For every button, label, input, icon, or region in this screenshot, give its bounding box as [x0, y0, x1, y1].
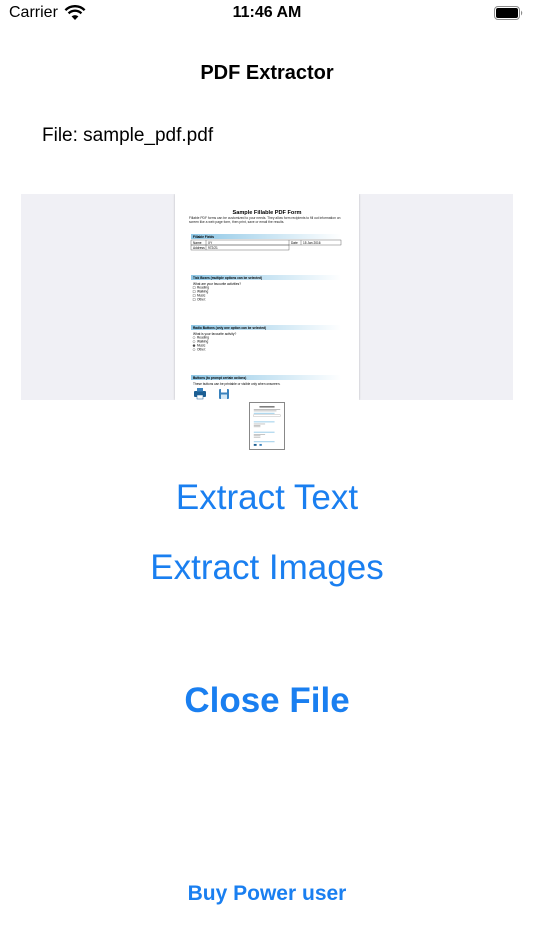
- page-thumbnail[interactable]: [249, 402, 285, 450]
- file-name-label: File: sample_pdf.pdf: [42, 125, 214, 146]
- pdf-intro: Fillable PDF forms can be customized to …: [189, 216, 341, 224]
- status-bar: Carrier 11:46 AM: [0, 0, 534, 30]
- pdf-name-value: XY: [208, 241, 213, 245]
- save-icon: [219, 389, 229, 399]
- close-file-button[interactable]: Close File: [0, 681, 534, 721]
- printer-icon: [194, 388, 206, 400]
- extract-images-button[interactable]: Extract Images: [0, 548, 534, 588]
- pdf-date-value: 15 Jan 2016: [303, 241, 321, 245]
- buy-power-user-button[interactable]: Buy Power user: [0, 882, 534, 906]
- pdf-radio-option: Other:: [197, 348, 206, 352]
- page-title: PDF Extractor: [200, 62, 334, 84]
- pdf-tick-option: Other:: [197, 298, 206, 302]
- pdf-buttons-header: Buttons (to prompt certain actions): [193, 376, 246, 380]
- pdf-preview[interactable]: Sample Fillable PDF Form Fillable PDF fo…: [21, 194, 513, 400]
- pdf-name-label: Name: [193, 241, 202, 245]
- pdf-buttons-note: These buttons can be printable or visibl…: [193, 382, 280, 386]
- pdf-address-value: 972/21: [208, 246, 218, 250]
- pdf-date-label: Date: [291, 241, 298, 245]
- pdf-fields-header: Fillable Fields: [193, 235, 214, 239]
- battery-icon: [494, 6, 523, 20]
- status-time: 11:46 AM: [232, 4, 302, 21]
- pdf-tick-header: Tick Boxes (multiple options can be sele…: [193, 276, 262, 280]
- extract-text-button[interactable]: Extract Text: [0, 478, 534, 518]
- pdf-page: Sample Fillable PDF Form Fillable PDF fo…: [175, 194, 359, 400]
- pdf-address-label: Address: [193, 246, 205, 250]
- pdf-radio-header: Radio Buttons (only one option can be se…: [193, 326, 266, 330]
